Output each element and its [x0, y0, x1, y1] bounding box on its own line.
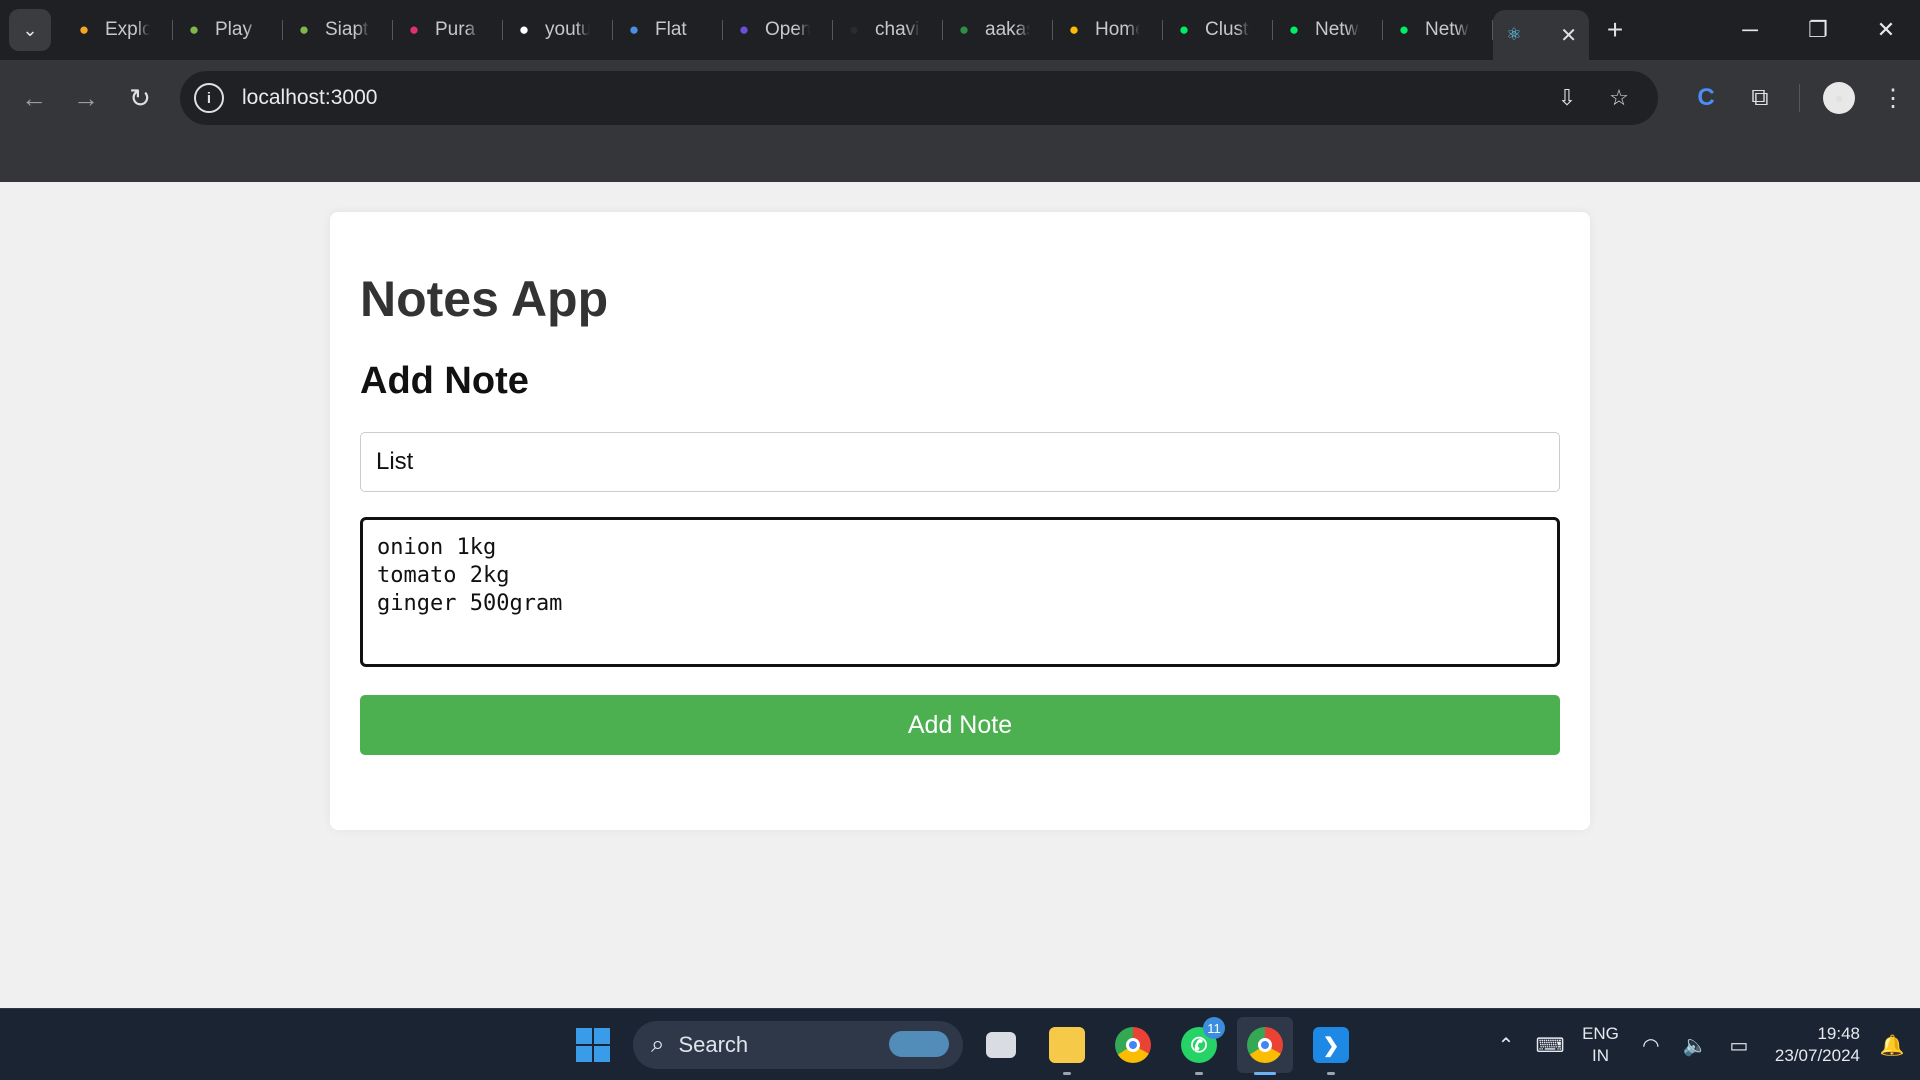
site-info-icon[interactable]: i — [194, 83, 224, 113]
keyboard-icon[interactable]: ⌨ — [1528, 1023, 1572, 1067]
bookmark-star-icon[interactable]: ☆ — [1600, 79, 1638, 117]
taskbar-search-box[interactable]: ⌕ Search — [633, 1021, 963, 1069]
tab-title: chavi — [875, 19, 920, 40]
active-browser-tab[interactable]: ⚛ ✕ — [1493, 10, 1589, 60]
notes-card: Notes App Add Note onion 1kg tomato 2kg … — [330, 212, 1590, 830]
lightning-icon: ● — [78, 20, 90, 39]
taskbar-search-label: Search — [678, 1032, 749, 1057]
instagram-icon: ● — [408, 20, 420, 39]
search-icon: ⌕ — [651, 1031, 665, 1058]
tab-title: youtube — [545, 19, 590, 40]
tab-title: aakas — [985, 19, 1030, 40]
forward-arrow-icon[interactable]: → — [66, 78, 106, 118]
window-controls: ─ ❐ ✕ — [1716, 0, 1920, 60]
tab-title: Open — [765, 19, 810, 40]
mongodb-leaf-icon: ● — [1288, 20, 1300, 39]
search-highlight-image — [889, 1031, 949, 1057]
address-url[interactable]: localhost:3000 — [242, 86, 377, 110]
windows-taskbar: ⌕ Search ✆ 11 ❯ ⌃ ⌨ ENG IN ◠ 🔈 ▭ 19:48 2… — [0, 1008, 1920, 1080]
add-note-heading: Add Note — [360, 360, 529, 402]
minimize-icon[interactable]: ─ — [1716, 0, 1784, 60]
language-code: ENG — [1582, 1024, 1619, 1043]
language-indicator[interactable]: ENG IN — [1582, 1023, 1619, 1067]
browser-tab[interactable]: ● Cluster — [1163, 9, 1273, 51]
chrome-icon[interactable] — [1105, 1017, 1161, 1073]
restore-icon[interactable]: ❐ — [1784, 0, 1852, 60]
install-app-icon[interactable]: ⇩ — [1548, 79, 1586, 117]
close-window-icon[interactable]: ✕ — [1852, 0, 1920, 60]
drive-icon: ● — [1068, 20, 1080, 39]
chevron-up-icon[interactable]: ⌃ — [1484, 1023, 1528, 1067]
browser-tab[interactable]: ● aakas — [943, 9, 1053, 51]
chess-pawn-icon: ● — [298, 20, 310, 39]
clock-time: 19:48 — [1817, 1024, 1860, 1043]
browser-tab[interactable]: ● Play — [173, 9, 283, 51]
reload-icon[interactable]: ↻ — [120, 78, 160, 118]
whatsapp-badge: 11 — [1203, 1017, 1225, 1039]
chrome-profile-icon[interactable] — [1237, 1017, 1293, 1075]
browser-menu-icon[interactable]: ⋮ — [1866, 71, 1920, 125]
flat-icon: ● — [628, 20, 640, 39]
tab-title: Siapt — [325, 19, 369, 40]
tab-title: Explore — [105, 19, 150, 40]
browser-tab[interactable]: ● Explore — [63, 9, 173, 51]
tab-title: Flat — [655, 19, 687, 40]
page-viewport: Notes App Add Note onion 1kg tomato 2kg … — [0, 182, 1920, 1008]
tab-title: Home — [1095, 19, 1140, 40]
tab-title: Cluster — [1205, 19, 1250, 40]
github-icon: ● — [848, 20, 860, 39]
extension-c-icon[interactable]: C — [1679, 71, 1733, 125]
new-tab-button[interactable]: + — [1595, 10, 1635, 50]
note-content-textarea[interactable]: onion 1kg tomato 2kg ginger 500gram — [360, 517, 1560, 667]
back-arrow-icon[interactable]: ← — [14, 78, 54, 118]
tab-title: Network — [1425, 19, 1470, 40]
list-icon: ● — [738, 20, 750, 39]
browser-tab[interactable]: ● Siapt — [283, 9, 393, 51]
volume-icon[interactable]: 🔈 — [1673, 1023, 1717, 1067]
toolbar-divider — [1799, 84, 1800, 112]
browser-tab[interactable]: ● Network — [1383, 9, 1493, 51]
mongodb-leaf-icon: ● — [1398, 20, 1410, 39]
wifi-icon[interactable]: ◠ — [1629, 1023, 1673, 1067]
tab-search-button[interactable]: ⌄ — [9, 9, 51, 51]
browser-toolbar: ← → ↻ i localhost:3000 ⇩ ☆ C ⧉ ● ⋮ — [0, 60, 1920, 188]
tab-title: Network — [1315, 19, 1360, 40]
battery-icon[interactable]: ▭ — [1717, 1023, 1761, 1067]
tab-list: ● Explore ● Play ● Siapt ● Pura ● youtube ● Flat ● Op… — [63, 0, 1589, 60]
browser-tab[interactable]: ● youtube — [503, 9, 613, 51]
mongodb-leaf-icon: ● — [1178, 20, 1190, 39]
browser-tab[interactable]: ● Open — [723, 9, 833, 51]
region-code: IN — [1591, 1046, 1609, 1065]
close-tab-icon[interactable]: ✕ — [1560, 23, 1577, 48]
windows-start-icon[interactable] — [565, 1017, 621, 1073]
note-title-input[interactable] — [360, 432, 1560, 492]
react-icon: ⚛ — [1506, 25, 1522, 44]
browser-tab[interactable]: ● Home — [1053, 9, 1163, 51]
task-view-icon[interactable] — [973, 1017, 1029, 1073]
browser-tab[interactable]: ● Pura — [393, 9, 503, 51]
file-explorer-icon[interactable] — [1039, 1017, 1095, 1075]
tab-title: Pura — [435, 19, 476, 40]
system-tray: ⌃ ⌨ ENG IN ◠ 🔈 ▭ 19:48 23/07/2024 🔔 — [1484, 1009, 1920, 1080]
profile-avatar-icon[interactable]: ● — [1823, 82, 1855, 114]
chess-pawn-icon: ● — [188, 20, 200, 39]
google-icon: ● — [518, 20, 530, 39]
clock-date: 23/07/2024 — [1774, 1046, 1860, 1065]
extensions-puzzle-icon[interactable]: ⧉ — [1733, 71, 1787, 125]
address-bar[interactable]: i localhost:3000 ⇩ ☆ — [180, 71, 1658, 125]
gfg-icon: ● — [958, 20, 970, 39]
app-title: Notes App — [360, 271, 609, 327]
browser-tab[interactable]: ● Flat — [613, 9, 723, 51]
browser-tab[interactable]: ● Network — [1273, 9, 1383, 51]
tab-title: Play — [215, 19, 252, 40]
clock[interactable]: 19:48 23/07/2024 — [1775, 1023, 1860, 1067]
browser-tab-strip: ⌄ ●Explore●Play●Siapt●Pura●youtube●Flat●… — [0, 0, 1920, 60]
whatsapp-icon[interactable]: ✆ 11 — [1171, 1017, 1227, 1075]
vscode-icon[interactable]: ❯ — [1303, 1017, 1359, 1075]
browser-tab[interactable]: ● chavi — [833, 9, 943, 51]
add-note-button[interactable]: Add Note — [360, 695, 1560, 755]
notification-bell-icon[interactable]: 🔔 — [1870, 1023, 1914, 1067]
